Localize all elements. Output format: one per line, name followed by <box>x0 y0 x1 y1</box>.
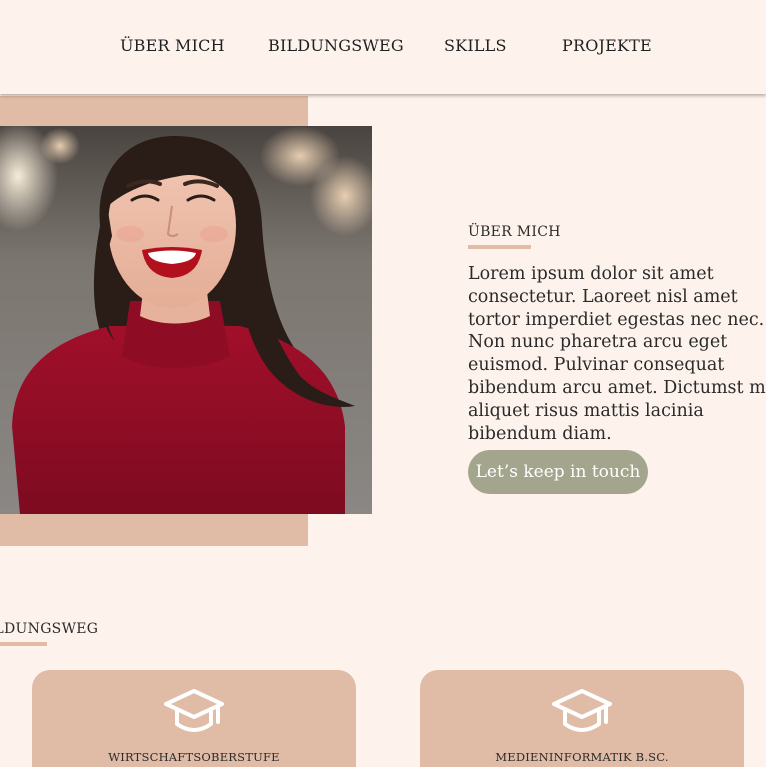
education-card[interactable]: MEDIENINFORMATIK B.SC. <box>420 670 744 767</box>
nav-item-projekte[interactable]: PROJEKTE <box>562 36 652 55</box>
about-heading-underline <box>468 245 531 249</box>
nav-item-ueber-mich[interactable]: ÜBER MICH <box>120 36 225 55</box>
decorative-band-bottom <box>0 514 308 546</box>
education-card[interactable]: WIRTSCHAFTSOBERSTUFE <box>32 670 356 767</box>
education-heading: BILDUNGSWEG <box>0 621 99 637</box>
education-card-title: WIRTSCHAFTSOBERSTUFE <box>108 750 280 764</box>
page: ÜBER MICH BILDUNGSWEG SKILLS PROJEKTE ÜB… <box>0 0 766 767</box>
profile-photo <box>0 126 372 514</box>
about-text: Lorem ipsum dolor sit amet consectetur. … <box>468 264 766 444</box>
decorative-band-top <box>0 96 308 126</box>
graduation-cap-icon <box>163 688 225 740</box>
nav-item-skills[interactable]: SKILLS <box>444 36 507 55</box>
graduation-cap-icon <box>551 688 613 740</box>
keep-in-touch-button[interactable]: Let’s keep in touch <box>468 450 648 494</box>
nav-item-bildungsweg[interactable]: BILDUNGSWEG <box>268 36 404 55</box>
education-heading-underline <box>0 642 47 646</box>
top-navigation: ÜBER MICH BILDUNGSWEG SKILLS PROJEKTE <box>0 0 766 94</box>
about-heading: ÜBER MICH <box>468 224 561 240</box>
education-card-title: MEDIENINFORMATIK B.SC. <box>495 750 669 764</box>
